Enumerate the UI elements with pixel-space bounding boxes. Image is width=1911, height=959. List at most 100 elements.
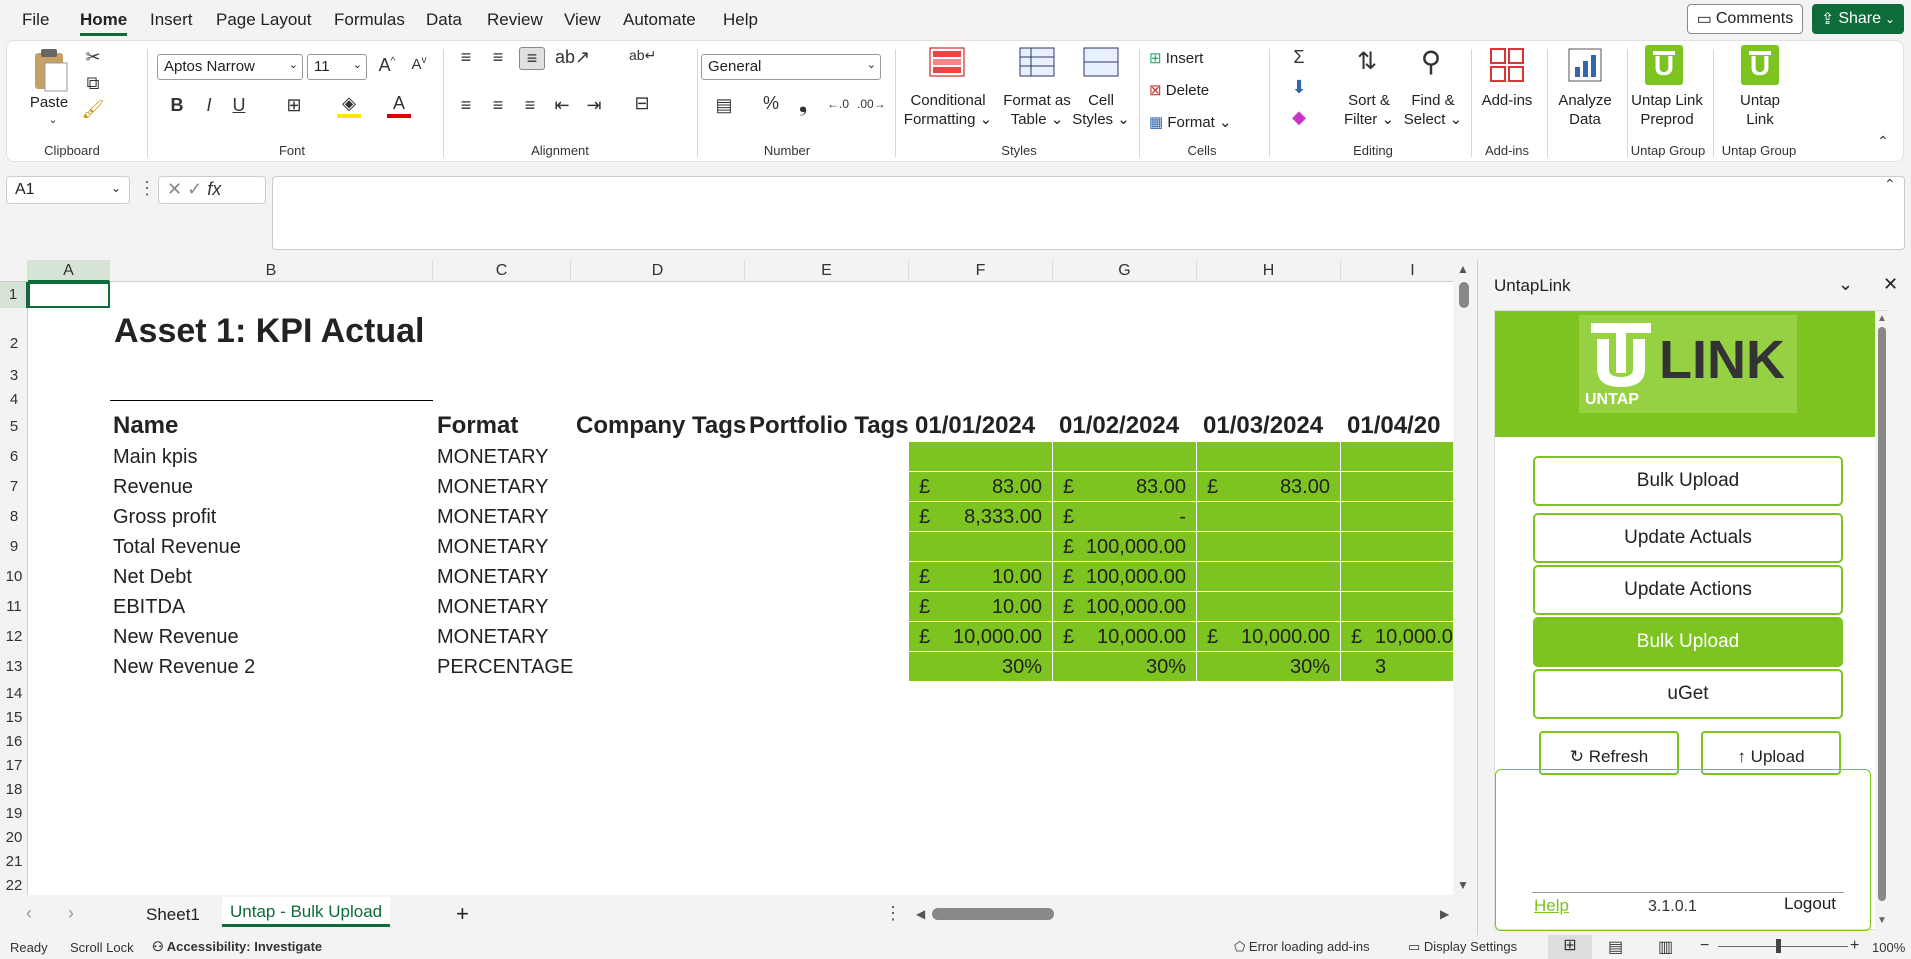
- value-cell[interactable]: [1341, 502, 1453, 532]
- value-cell[interactable]: £10,000.00: [1053, 622, 1197, 652]
- tab-sheet1[interactable]: Sheet1: [146, 905, 200, 925]
- menu-data[interactable]: Data: [426, 10, 462, 30]
- update-actuals-button[interactable]: Update Actuals: [1533, 513, 1843, 563]
- align-top-icon[interactable]: ≡: [455, 47, 477, 68]
- tab-untap-bulk-upload[interactable]: Untap - Bulk Upload: [222, 897, 391, 927]
- zoom-slider[interactable]: [1718, 946, 1848, 947]
- column-header-i[interactable]: I: [1341, 260, 1453, 282]
- value-cell[interactable]: [1341, 562, 1453, 592]
- value-cell[interactable]: £100,000.00: [1053, 532, 1197, 562]
- kpi-name[interactable]: Gross profit: [113, 506, 216, 529]
- column-header-a[interactable]: A: [28, 260, 110, 282]
- cut-icon[interactable]: ✂: [81, 47, 105, 68]
- value-cell[interactable]: £10,000.00: [1197, 622, 1341, 652]
- format-as-table-icon[interactable]: [1019, 47, 1055, 77]
- font-name-combo[interactable]: Aptos Narrow ⌄: [157, 54, 303, 80]
- value-cell[interactable]: [1341, 532, 1453, 562]
- kpi-format[interactable]: MONETARY: [437, 536, 549, 559]
- kpi-name[interactable]: Revenue: [113, 476, 193, 499]
- decrease-indent-icon[interactable]: ⇤: [551, 95, 573, 116]
- row-header[interactable]: 7: [0, 472, 28, 502]
- kpi-name[interactable]: Net Debt: [113, 566, 192, 589]
- chevron-down-icon[interactable]: ⌄: [29, 113, 77, 126]
- zoom-slider-thumb[interactable]: [1776, 939, 1781, 953]
- align-middle-icon[interactable]: ≡: [487, 47, 509, 68]
- value-cell[interactable]: £10,000.00: [909, 622, 1053, 652]
- add-sheet-icon[interactable]: +: [456, 901, 469, 927]
- untap-link-preprod-button[interactable]: Untap Link Preprod: [1629, 91, 1705, 129]
- value-cell[interactable]: £10.00: [909, 592, 1053, 622]
- value-cell[interactable]: [1341, 592, 1453, 622]
- horizontal-scroll-thumb[interactable]: [932, 908, 1054, 920]
- align-center-icon[interactable]: ≡: [487, 95, 509, 116]
- prev-sheet-icon[interactable]: ‹: [26, 903, 32, 924]
- insert-cells-button[interactable]: ⊞ Insert: [1149, 49, 1203, 67]
- menu-help[interactable]: Help: [723, 10, 758, 30]
- menu-home[interactable]: Home: [80, 10, 128, 36]
- next-sheet-icon[interactable]: ›: [68, 903, 74, 924]
- addins-button[interactable]: Add-ins: [1477, 91, 1537, 110]
- value-cell[interactable]: £ -: [1053, 502, 1197, 532]
- percent-icon[interactable]: %: [759, 93, 783, 114]
- value-cell[interactable]: £8,333.00: [909, 502, 1053, 532]
- menu-file[interactable]: File: [22, 10, 49, 30]
- uget-button[interactable]: uGet: [1533, 669, 1843, 719]
- conditional-formatting-icon[interactable]: [929, 47, 965, 77]
- value-cell[interactable]: 30%: [909, 652, 1053, 682]
- kpi-name[interactable]: Main kpis: [113, 446, 197, 469]
- font-size-combo[interactable]: 11 ⌄: [307, 54, 367, 80]
- zoom-out-icon[interactable]: −: [1700, 937, 1709, 955]
- spreadsheet-grid[interactable]: A B C D E F G H I 1 2 3 4 5 6 7 8 9 10 11 12 13 14 15 1…: [0, 260, 1453, 895]
- cell-styles-icon[interactable]: [1083, 47, 1119, 77]
- menu-insert[interactable]: Insert: [150, 10, 193, 30]
- column-header-c[interactable]: C: [433, 260, 571, 282]
- row-header[interactable]: 8: [0, 502, 28, 532]
- sort-filter-button[interactable]: Sort & Filter ⌄: [1339, 91, 1399, 129]
- italic-icon[interactable]: I: [199, 95, 219, 116]
- format-cells-button[interactable]: ▦ Format ⌄: [1149, 113, 1232, 131]
- scroll-up-icon[interactable]: ▲: [1457, 262, 1469, 276]
- column-header-e[interactable]: E: [745, 260, 909, 282]
- conditional-formatting-button[interactable]: Conditional Formatting ⌄: [903, 91, 993, 129]
- align-bottom-icon[interactable]: ≡: [519, 47, 545, 70]
- accessibility-status[interactable]: ⚇ Accessibility: Investigate: [152, 939, 322, 955]
- scroll-thumb[interactable]: [1459, 282, 1469, 308]
- vertical-scrollbar[interactable]: ▲ ▼: [1453, 260, 1475, 895]
- value-cell[interactable]: 30%: [1197, 652, 1341, 682]
- value-cell[interactable]: [1197, 592, 1341, 622]
- select-all-corner[interactable]: [0, 260, 28, 282]
- row-header[interactable]: 14: [0, 682, 28, 706]
- align-left-icon[interactable]: ≡: [455, 95, 477, 116]
- value-cell[interactable]: [1197, 562, 1341, 592]
- format-painter-icon[interactable]: 🖌: [81, 99, 105, 120]
- formula-input[interactable]: [272, 176, 1905, 250]
- page-break-view-icon[interactable]: ▥: [1658, 937, 1673, 957]
- menu-formulas[interactable]: Formulas: [334, 10, 405, 30]
- find-select-button[interactable]: Find & Select ⌄: [1401, 91, 1465, 129]
- kpi-name[interactable]: Total Revenue: [113, 536, 241, 559]
- menu-view[interactable]: View: [564, 10, 601, 30]
- kpi-format[interactable]: MONETARY: [437, 506, 549, 529]
- scroll-thumb[interactable]: [1878, 327, 1886, 901]
- value-cell[interactable]: [1197, 502, 1341, 532]
- merge-center-icon[interactable]: ⊟: [629, 93, 655, 114]
- kpi-format[interactable]: MONETARY: [437, 566, 549, 589]
- display-settings-button[interactable]: ▭ Display Settings: [1408, 939, 1517, 955]
- name-box[interactable]: A1 ⌄: [6, 176, 130, 204]
- logout-button[interactable]: Logout: [1784, 894, 1836, 914]
- fill-icon[interactable]: ⬇: [1287, 77, 1311, 98]
- share-button[interactable]: ⇪ Share ⌄: [1812, 4, 1904, 34]
- menu-review[interactable]: Review: [487, 10, 543, 30]
- underline-icon[interactable]: U: [229, 95, 249, 116]
- kpi-format[interactable]: MONETARY: [437, 626, 549, 649]
- cancel-icon[interactable]: ✕: [167, 179, 182, 199]
- font-color-icon[interactable]: A: [387, 93, 411, 118]
- row-header[interactable]: 11: [0, 592, 28, 622]
- untap-logo-icon[interactable]: U: [1645, 45, 1683, 85]
- value-cell[interactable]: [1341, 472, 1453, 502]
- delete-cells-button[interactable]: ⊠ Delete: [1149, 81, 1209, 99]
- value-cell[interactable]: £83.00: [909, 472, 1053, 502]
- row-header[interactable]: 5: [0, 412, 28, 442]
- cell-styles-button[interactable]: Cell Styles ⌄: [1069, 91, 1133, 129]
- paste-button[interactable]: [29, 49, 69, 95]
